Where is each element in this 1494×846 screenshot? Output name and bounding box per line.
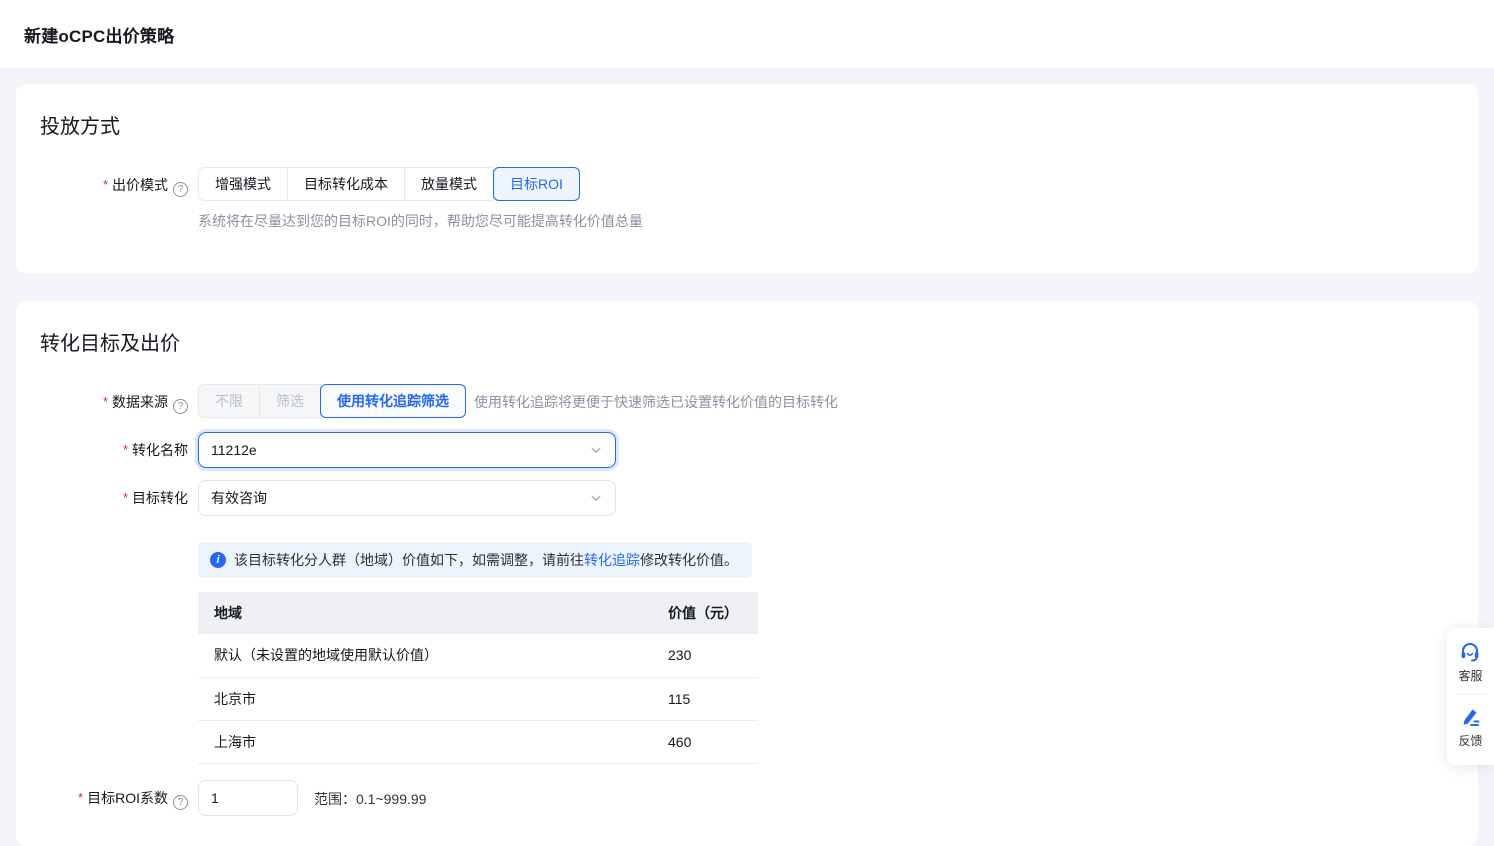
data-source-row: *数据来源? 不限 筛选 使用转化追踪筛选 使用转化追踪将更便于快速筛选已设置转… — [40, 384, 1454, 418]
target-conversion-value: 有效咨询 — [211, 488, 267, 508]
region-value-table: 地域 价值（元） 默认（未设置的地域使用默认价值） 230 北京市 115 上海… — [198, 592, 758, 764]
table-row: 上海市 460 — [198, 720, 758, 763]
feedback-label: 反馈 — [1458, 732, 1482, 749]
bid-mode-label: *出价模式? — [40, 167, 188, 197]
delivery-method-card: 投放方式 *出价模式? 增强模式 目标转化成本 放量模式 目标ROI 系统将在尽… — [16, 84, 1478, 273]
conversion-name-row: *转化名称 11212e — [40, 432, 1454, 468]
customer-service-button[interactable]: 客服 — [1458, 638, 1482, 690]
required-asterisk: * — [78, 790, 83, 805]
data-source-option-tracking-filter[interactable]: 使用转化追踪筛选 — [320, 384, 466, 418]
data-source-helper-text: 使用转化追踪将更便于快速筛选已设置转化价值的目标转化 — [474, 384, 838, 412]
bid-mode-option-target-cpa[interactable]: 目标转化成本 — [287, 167, 405, 201]
feedback-button[interactable]: 反馈 — [1458, 703, 1482, 755]
section-title-delivery: 投放方式 — [40, 110, 1454, 139]
conversion-target-card: 转化目标及出价 *数据来源? 不限 筛选 使用转化追踪筛选 使用转化追踪将更便于… — [16, 301, 1478, 846]
bid-mode-helper-text: 系统将在尽量达到您的目标ROI的同时，帮助您尽可能提高转化价值总量 — [198, 211, 643, 231]
required-asterisk: * — [103, 394, 108, 409]
table-row: 北京市 115 — [198, 677, 758, 720]
roi-factor-row: *目标ROI系数? 范围：0.1~999.99 — [40, 780, 1454, 816]
bid-mode-option-target-roi[interactable]: 目标ROI — [493, 167, 580, 201]
conversion-name-value: 11212e — [211, 442, 257, 458]
value-table-wrap: 地域 价值（元） 默认（未设置的地域使用默认价值） 230 北京市 115 上海… — [40, 592, 1454, 764]
data-source-button-group: 不限 筛选 使用转化追踪筛选 — [198, 384, 466, 418]
divider — [1456, 694, 1486, 695]
target-conversion-select[interactable]: 有效咨询 — [198, 480, 616, 516]
chevron-down-icon — [589, 443, 603, 457]
customer-service-label: 客服 — [1458, 667, 1482, 684]
conversion-name-select[interactable]: 11212e — [198, 432, 616, 468]
region-cell: 上海市 — [198, 720, 652, 763]
info-banner-text: 该目标转化分人群（地域）价值如下，如需调整，请前往转化追踪修改转化价值。 — [234, 550, 738, 570]
value-cell: 460 — [652, 720, 758, 763]
column-header-value: 价值（元） — [652, 592, 758, 634]
help-icon[interactable]: ? — [173, 795, 188, 810]
data-source-option-filter[interactable]: 筛选 — [259, 384, 321, 418]
help-icon[interactable]: ? — [173, 399, 188, 414]
help-icon[interactable]: ? — [173, 182, 188, 197]
bid-mode-button-group: 增强模式 目标转化成本 放量模式 目标ROI — [198, 167, 580, 201]
info-banner-wrap: i 该目标转化分人群（地域）价值如下，如需调整，请前往转化追踪修改转化价值。 — [40, 528, 1454, 578]
info-banner: i 该目标转化分人群（地域）价值如下，如需调整，请前往转化追踪修改转化价值。 — [198, 542, 752, 578]
table-header-row: 地域 价值（元） — [198, 592, 758, 634]
floating-side-panel: 客服 反馈 — [1447, 628, 1494, 765]
conversion-tracking-link[interactable]: 转化追踪 — [584, 552, 640, 568]
headset-icon — [1458, 640, 1482, 664]
page-header: 新建oCPC出价策略 — [0, 0, 1494, 68]
bid-mode-row: *出价模式? 增强模式 目标转化成本 放量模式 目标ROI 系统将在尽量达到您的… — [40, 167, 1454, 231]
pencil-icon — [1458, 705, 1482, 729]
bid-mode-option-enhanced[interactable]: 增强模式 — [198, 167, 288, 201]
value-cell: 115 — [652, 677, 758, 720]
page-title: 新建oCPC出价策略 — [24, 22, 174, 47]
table-row: 默认（未设置的地域使用默认价值） 230 — [198, 634, 758, 677]
target-conversion-row: *目标转化 有效咨询 — [40, 480, 1454, 516]
region-cell: 北京市 — [198, 677, 652, 720]
required-asterisk: * — [123, 442, 128, 457]
roi-factor-input[interactable] — [198, 780, 298, 816]
column-header-region: 地域 — [198, 592, 652, 634]
region-cell: 默认（未设置的地域使用默认价值） — [198, 634, 652, 677]
section-title-conversion: 转化目标及出价 — [40, 327, 1454, 356]
required-asterisk: * — [103, 177, 108, 192]
conversion-name-label: *转化名称 — [40, 432, 188, 460]
value-cell: 230 — [652, 634, 758, 677]
target-conversion-label: *目标转化 — [40, 480, 188, 508]
required-asterisk: * — [123, 490, 128, 505]
roi-range-hint: 范围：0.1~999.99 — [314, 780, 426, 809]
bid-mode-option-volume[interactable]: 放量模式 — [404, 167, 494, 201]
chevron-down-icon — [589, 491, 603, 505]
info-icon: i — [210, 552, 226, 568]
data-source-label: *数据来源? — [40, 384, 188, 414]
data-source-option-unlimited[interactable]: 不限 — [198, 384, 260, 418]
